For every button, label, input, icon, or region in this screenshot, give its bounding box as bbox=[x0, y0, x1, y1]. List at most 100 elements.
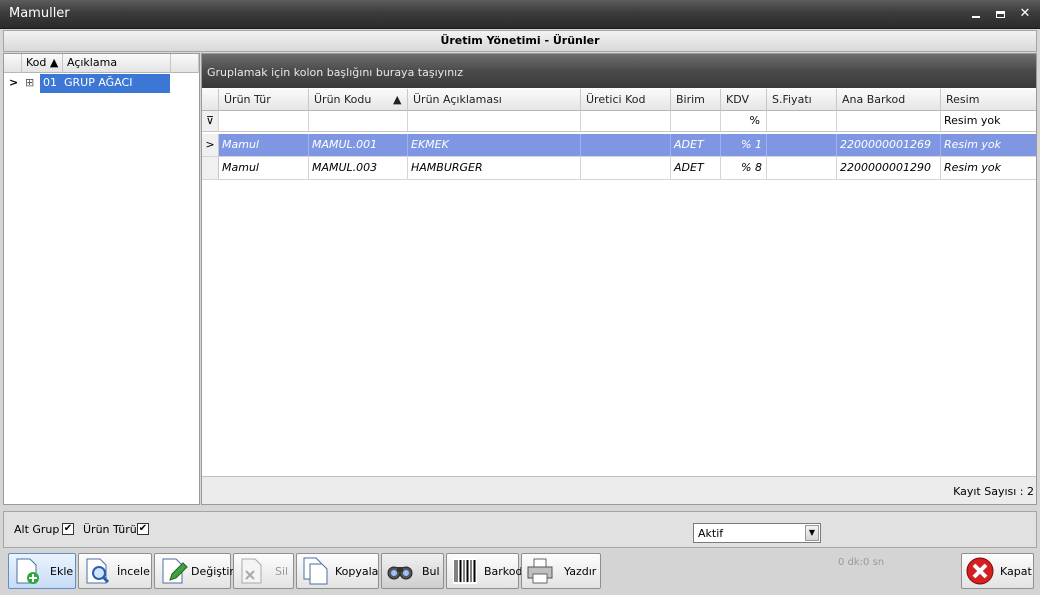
row-indicator-icon bbox=[202, 157, 219, 179]
cell-birim[interactable]: ADET bbox=[671, 157, 721, 179]
cell-kdv[interactable]: % 8 bbox=[721, 157, 767, 179]
filter-urun-aciklamasi[interactable] bbox=[408, 111, 581, 131]
col-header-uretici-kod[interactable]: Üretici Kod bbox=[581, 89, 671, 111]
add-document-icon bbox=[16, 558, 39, 584]
cell-birim[interactable]: ADET bbox=[671, 134, 721, 156]
magnifier-document-icon bbox=[86, 558, 110, 584]
bul-button[interactable]: Bul bbox=[381, 553, 444, 589]
tree-header-aciklama[interactable]: Açıklama bbox=[63, 54, 171, 73]
barkod-button[interactable]: Barkod bbox=[446, 553, 523, 589]
status-select-value: Aktif bbox=[698, 527, 724, 540]
cell-uretici-kod[interactable] bbox=[581, 157, 671, 179]
col-header-ana-barkod[interactable]: Ana Barkod bbox=[837, 89, 941, 111]
expand-node-icon[interactable]: ⊞ bbox=[25, 74, 37, 93]
filter-ana-barkod[interactable] bbox=[837, 111, 941, 131]
col-header-birim[interactable]: Birim bbox=[671, 89, 721, 111]
cell-resim[interactable]: Resim yok bbox=[941, 134, 1036, 156]
printer-icon bbox=[527, 558, 553, 584]
cell-urun-tur[interactable]: Mamul bbox=[219, 134, 309, 156]
sil-button[interactable]: Sil bbox=[233, 553, 294, 589]
cell-s-fiyati[interactable] bbox=[767, 134, 837, 156]
row-indicator-icon: > bbox=[9, 76, 19, 89]
degistir-label: Değiştir bbox=[191, 565, 234, 578]
kapat-label: Kapat bbox=[1000, 565, 1032, 578]
tree-header: Kod ▲ Açıklama bbox=[4, 54, 199, 73]
col-header-urun-kodu[interactable]: Ürün Kodu ▲ bbox=[309, 89, 408, 111]
action-toolbar: Ekle İncele Değiştir Sil Kopyala Bul Bar… bbox=[0, 550, 1040, 595]
barcode-icon bbox=[453, 558, 477, 584]
table-row[interactable]: Mamul MAMUL.003 HAMBURGER ADET % 8 22000… bbox=[202, 157, 1036, 180]
grid-footer: Kayıt Sayısı : 2 bbox=[202, 476, 1036, 504]
window-title: Mamuller bbox=[9, 6, 70, 21]
cell-urun-aciklamasi[interactable]: EKMEK bbox=[408, 134, 581, 156]
minimize-icon bbox=[972, 16, 980, 18]
tree-row[interactable]: > ⊞ 01 GRUP AĞACI bbox=[4, 74, 199, 93]
kopyala-button[interactable]: Kopyala bbox=[296, 553, 379, 589]
filter-row[interactable]: ⊽ % Resim yok bbox=[202, 111, 1036, 132]
cell-resim[interactable]: Resim yok bbox=[941, 157, 1036, 179]
cell-urun-kodu[interactable]: MAMUL.003 bbox=[309, 157, 408, 179]
ekle-button[interactable]: Ekle bbox=[8, 553, 76, 589]
alt-grup-label: Alt Grup bbox=[14, 523, 60, 536]
cell-urun-kodu[interactable]: MAMUL.001 bbox=[309, 134, 408, 156]
tree-node-label: GRUP AĞACI bbox=[64, 76, 133, 89]
tree-indicator-header bbox=[4, 54, 22, 73]
col-header-kdv[interactable]: KDV bbox=[721, 89, 767, 111]
window-titlebar: Mamuller ✕ bbox=[0, 0, 1040, 29]
cell-urun-tur[interactable]: Mamul bbox=[219, 157, 309, 179]
table-row[interactable]: > Mamul MAMUL.001 EKMEK ADET % 1 2200000… bbox=[202, 134, 1036, 157]
barkod-label: Barkod bbox=[484, 565, 523, 578]
grid-header: Ürün Tür Ürün Kodu ▲ Ürün Açıklaması Üre… bbox=[202, 89, 1036, 111]
filter-urun-kodu[interactable] bbox=[309, 111, 408, 131]
grid-indicator-header bbox=[202, 89, 219, 111]
cell-uretici-kod[interactable] bbox=[581, 134, 671, 156]
filter-birim[interactable] bbox=[671, 111, 721, 131]
yazdir-label: Yazdır bbox=[564, 565, 597, 578]
maximize-button[interactable] bbox=[990, 4, 1010, 24]
delete-document-icon bbox=[241, 558, 262, 584]
degistir-button[interactable]: Değiştir bbox=[154, 553, 234, 589]
col-header-urun-tur[interactable]: Ürün Tür bbox=[219, 89, 309, 111]
tree-node-selected[interactable]: 01 GRUP AĞACI bbox=[40, 74, 170, 93]
copy-document-icon bbox=[303, 557, 328, 585]
cell-ana-barkod[interactable]: 2200000001269 bbox=[837, 134, 941, 156]
status-select[interactable]: Aktif ▼ bbox=[693, 523, 821, 543]
close-circle-icon bbox=[966, 557, 994, 585]
filter-resim[interactable]: Resim yok bbox=[941, 111, 1036, 131]
col-header-urun-kodu-label: Ürün Kodu bbox=[314, 93, 372, 106]
filter-s-fiyati[interactable] bbox=[767, 111, 837, 131]
sort-asc-icon: ▲ bbox=[49, 56, 59, 69]
products-grid[interactable]: Gruplamak için kolon başlığını buraya ta… bbox=[201, 53, 1037, 505]
incele-button[interactable]: İncele bbox=[78, 553, 152, 589]
col-header-urun-aciklamasi[interactable]: Ürün Açıklaması bbox=[408, 89, 581, 111]
kopyala-label: Kopyala bbox=[335, 565, 379, 578]
ekle-label: Ekle bbox=[50, 565, 74, 578]
binoculars-icon bbox=[387, 566, 413, 580]
group-tree-grid[interactable]: Kod ▲ Açıklama > ⊞ 01 GRUP AĞACI bbox=[3, 53, 200, 505]
filter-uretici-kod[interactable] bbox=[581, 111, 671, 131]
incele-label: İncele bbox=[117, 565, 150, 578]
yazdir-button[interactable]: Yazdır bbox=[521, 553, 601, 589]
group-by-panel[interactable]: Gruplamak için kolon başlığını buraya ta… bbox=[202, 54, 1036, 88]
col-header-s-fiyati[interactable]: S.Fiyatı bbox=[767, 89, 837, 111]
kapat-button[interactable]: Kapat bbox=[961, 553, 1034, 589]
cell-s-fiyati[interactable] bbox=[767, 157, 837, 179]
col-header-resim[interactable]: Resim bbox=[941, 89, 1036, 111]
cell-urun-aciklamasi[interactable]: HAMBURGER bbox=[408, 157, 581, 179]
cell-ana-barkod[interactable]: 2200000001290 bbox=[837, 157, 941, 179]
urun-turu-checkbox[interactable]: ✔ bbox=[137, 523, 149, 535]
close-button[interactable]: ✕ bbox=[1015, 4, 1035, 24]
group-by-hint: Gruplamak için kolon başlığını buraya ta… bbox=[207, 66, 464, 79]
minimize-button[interactable] bbox=[966, 4, 986, 24]
chevron-down-icon[interactable]: ▼ bbox=[805, 525, 819, 541]
tree-header-kod[interactable]: Kod ▲ bbox=[22, 54, 63, 73]
bul-label: Bul bbox=[422, 565, 440, 578]
filter-kdv[interactable]: % bbox=[721, 111, 767, 131]
urun-turu-label: Ürün Türü bbox=[83, 523, 137, 536]
options-panel: Alt Grup ✔ Ürün Türü ✔ Aktif ▼ bbox=[3, 511, 1037, 548]
panel-title: Üretim Yönetimi - Ürünler bbox=[3, 30, 1037, 52]
filter-urun-tur[interactable] bbox=[219, 111, 309, 131]
alt-grup-checkbox[interactable]: ✔ bbox=[62, 523, 74, 535]
cell-kdv[interactable]: % 1 bbox=[721, 134, 767, 156]
sil-label: Sil bbox=[275, 565, 289, 578]
